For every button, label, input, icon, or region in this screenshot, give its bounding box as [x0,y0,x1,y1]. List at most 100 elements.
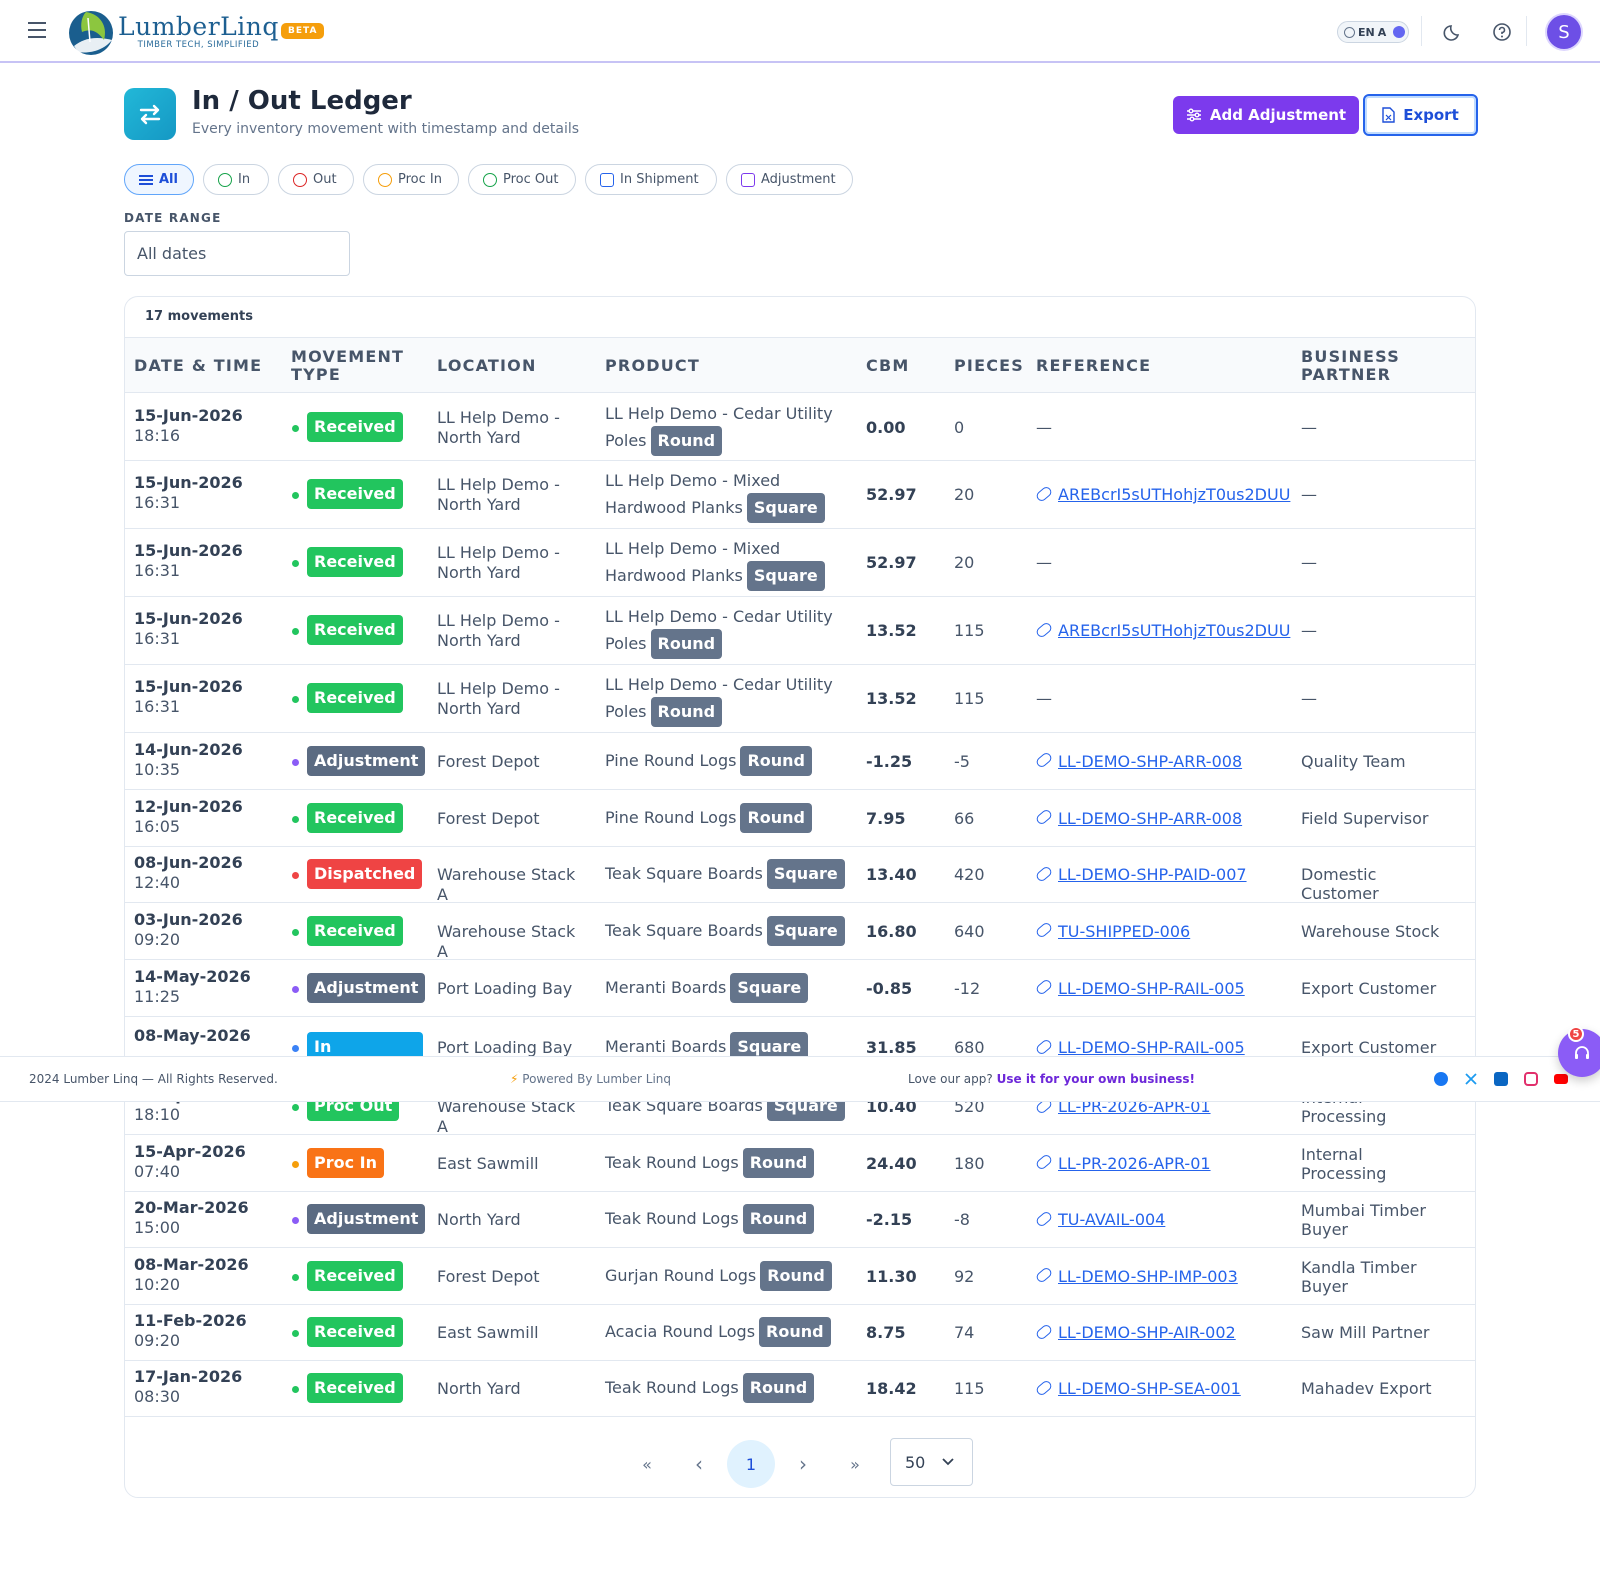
minus-circle-icon [378,172,392,187]
filter-chip-all[interactable]: All [124,164,194,195]
table-row[interactable]: 17-Jan-2026 08:30 Received North Yard Teak R… [125,1361,1475,1417]
last-page-button[interactable]: » [840,1440,870,1488]
movement-type-cell: Adjustment [307,1204,426,1234]
instagram-icon[interactable] [1524,1072,1538,1086]
reference-cell: LL-DEMO-SHP-RAIL-005 [1034,978,1245,999]
first-page-button[interactable]: « [632,1440,662,1488]
table-row[interactable]: 14-May-2026 11:25 Adjustment Port Loading B… [125,960,1475,1017]
table-row[interactable]: 15-Jun-2026 16:31 Received LL Help Demo - N… [125,597,1475,665]
table-row[interactable]: 15-Jun-2026 16:31 Received LL Help Demo - N… [125,665,1475,733]
date-range-input[interactable]: All dates [124,231,350,276]
reference-link[interactable]: LL-DEMO-SHP-RAIL-005 [1058,1038,1245,1057]
link-icon [1034,751,1054,769]
ledger-icon [124,88,176,140]
product-name: Teak Round Logs [605,1209,739,1228]
movement-time: 09:20 [134,929,181,949]
table-row[interactable]: 12-Jun-2026 16:05 Received Forest Depot Pine… [125,790,1475,847]
reference-link[interactable]: LL-PR-2026-APR-01 [1058,1154,1211,1173]
movement-type-cell: Received [307,547,403,577]
prev-page-button[interactable]: ‹ [684,1440,714,1488]
reference-link[interactable]: TU-SHIPPED-006 [1058,922,1190,941]
movement-type-badge: Dispatched [307,859,423,889]
notification-count-badge: 5 [1568,1026,1584,1042]
column-header-business-partner: BUSINESS PARTNER [1301,347,1400,384]
product-cell: Gurjan Round Logs Round [605,1260,855,1291]
reference-link[interactable]: LL-DEMO-SHP-PAID-007 [1058,865,1247,884]
pieces-cell: 20 [954,485,975,504]
movement-type-badge: Adjustment [307,745,426,776]
movement-time: 12:40 [134,873,181,892]
product-cell: Acacia Round Logs Round [605,1317,855,1347]
reference-link[interactable]: LL-DEMO-SHP-AIR-002 [1058,1323,1236,1342]
table-row[interactable]: 20-Mar-2026 15:00 Adjustment North Yard Teak… [125,1192,1475,1248]
link-icon [1034,1209,1054,1228]
facebook-icon[interactable] [1434,1072,1448,1086]
reference-link[interactable]: LL-DEMO-SHP-IMP-003 [1058,1267,1238,1286]
product-cell: Teak Square Boards Square [605,915,855,946]
product-name: Teak Round Logs [605,1378,739,1397]
location-cell: East Sawmill [437,1323,539,1342]
reference-link[interactable]: LL-DEMO-SHP-RAIL-005 [1058,979,1245,998]
filter-chip-out[interactable]: Out [278,164,354,195]
reference-link[interactable]: LL-DEMO-SHP-ARR-008 [1058,809,1242,828]
page-subtitle: Every inventory movement with timestamp … [192,121,580,137]
movement-time: 18:16 [134,425,181,445]
x-icon[interactable] [1464,1072,1478,1086]
product-name: Meranti Boards [605,977,727,997]
filter-chip-proc-in[interactable]: Proc In [363,164,459,195]
table-row[interactable]: 14-Jun-2026 10:35 Adjustment Forest Depot Pi… [125,733,1475,790]
filter-chip-proc-out[interactable]: Proc Out [468,164,576,195]
per-page-value: 50 [905,1452,926,1472]
table-row[interactable]: 03-Jun-2026 09:20 Received Warehouse Stack … [125,903,1475,961]
reference-cell: LL-DEMO-SHP-SEA-001 [1034,1378,1241,1399]
logo[interactable]: LumberLinq TIMBER TECH, SIMPLIFIED [66,6,279,56]
movement-time: 16:05 [134,816,181,836]
table-row[interactable]: 11-Feb-2026 09:20 Received East Sawmill Acac… [125,1305,1475,1361]
help-icon[interactable] [1491,21,1513,43]
pieces-cell: 180 [954,1153,985,1173]
language-toggle[interactable]: EN A [1337,21,1409,43]
movement-time: 11:25 [134,986,181,1006]
movement-date: 03-Jun-2026 [134,909,243,929]
location-cell: Port Loading Bay [437,1038,573,1057]
movement-date: 15-Jun-2026 [134,677,243,696]
movement-type-dot [292,758,299,766]
column-header-location: LOCATION [437,356,537,375]
swap-arrows-icon [139,104,161,125]
per-page-select[interactable]: 50 [890,1438,973,1486]
filter-chip-adjustment[interactable]: Adjustment [726,164,853,195]
youtube-icon[interactable] [1554,1074,1568,1084]
reference-link[interactable]: LL-DEMO-SHP-SEA-001 [1058,1379,1241,1398]
cbm-cell: 16.80 [866,921,917,941]
reference-link[interactable]: AREBcrI5sUTHohjzT0us2DUU [1058,485,1290,504]
table-row[interactable]: 08-Mar-2026 10:20 Received Forest Depot Gurj… [125,1248,1475,1305]
add-adjustment-button[interactable]: Add Adjustment [1173,96,1359,134]
filter-chip-in-shipment[interactable]: In Shipment [585,164,717,195]
linkedin-icon[interactable] [1494,1072,1508,1086]
add-adjustment-label: Add Adjustment [1209,106,1347,124]
reference-link[interactable]: TU-AVAIL-004 [1058,1210,1165,1229]
table-row[interactable]: 15-Jun-2026 16:31 Received LL Help Demo - N… [125,529,1475,597]
promo-link[interactable]: Use it for your own business! [997,1072,1195,1086]
export-button[interactable]: Export [1363,94,1478,136]
table-row[interactable]: 08-Jun-2026 12:40 Dispatched Warehouse Stac… [125,847,1475,904]
reference-link[interactable]: LL-DEMO-SHP-ARR-008 [1058,752,1242,771]
menu-icon[interactable] [28,22,48,40]
table-row[interactable]: 15-Apr-2026 07:40 Proc In East Sawmill Teak … [125,1135,1475,1192]
table-row[interactable]: 15-Jun-2026 16:31 Received LL Help Demo - N… [125,461,1475,529]
date-time-cell: 15-Jun-2026 16:31 [134,541,243,581]
table-row[interactable]: 15-Jun-2026 18:16 Received LL Help Demo - N… [125,394,1475,461]
date-time-cell: 14-Jun-2026 10:35 [134,740,243,780]
page-number-current[interactable]: 1 [727,1440,775,1488]
next-page-button[interactable]: › [788,1440,818,1488]
link-icon [1034,978,1054,996]
moon-icon[interactable] [1443,21,1465,43]
reference-link[interactable]: AREBcrI5sUTHohjzT0us2DUU [1058,621,1290,640]
avatar[interactable]: S [1547,15,1581,49]
filter-chip-label: Proc Out [503,172,559,187]
movement-date: 08-May-2026 [134,1026,251,1045]
reference-cell: LL-DEMO-SHP-ARR-008 [1034,751,1242,772]
pieces-cell: 20 [954,553,975,572]
filter-chip-in[interactable]: In [203,164,269,195]
cbm-cell: -2.15 [866,1210,913,1229]
